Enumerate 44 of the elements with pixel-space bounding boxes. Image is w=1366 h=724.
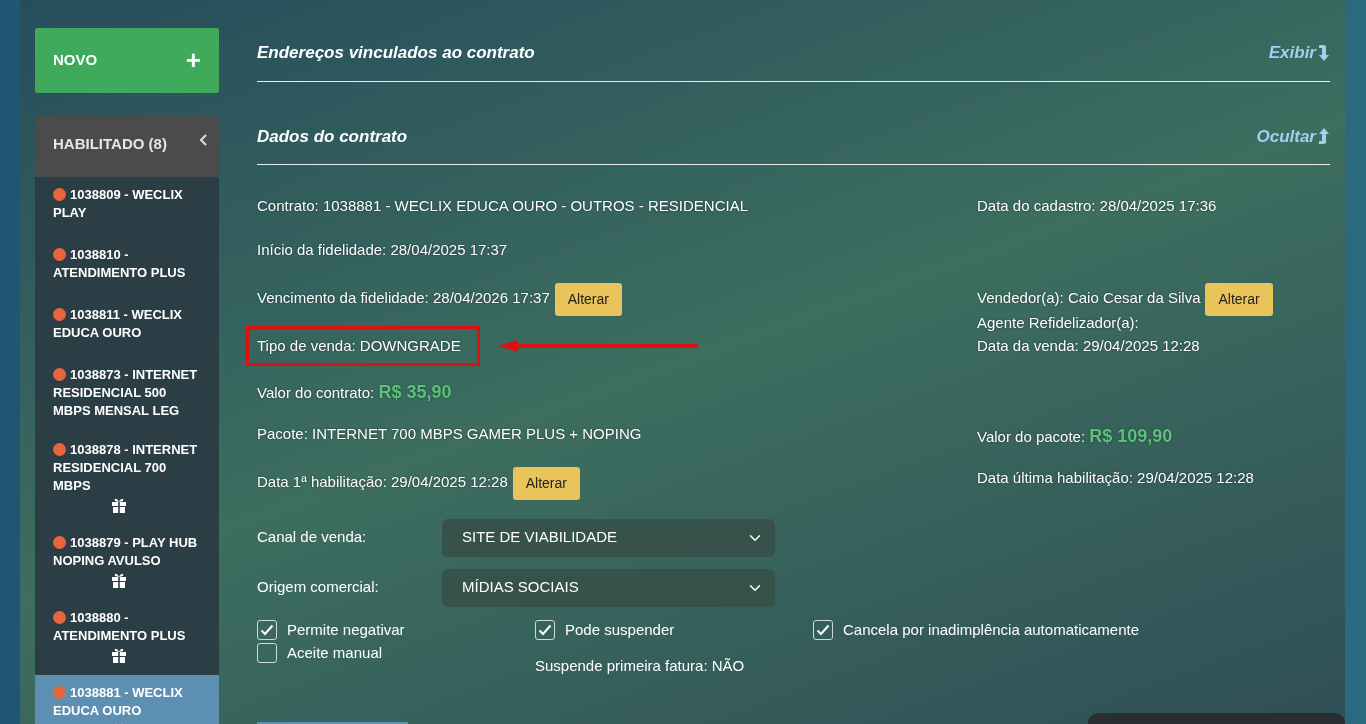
sidebar-item[interactable]: 1038878 - INTERNET RESIDENCIAL 700 MBPS [53, 441, 201, 495]
checkbox[interactable] [257, 643, 277, 663]
checkbox[interactable] [257, 620, 277, 640]
section-toggle[interactable]: Ocultar [1256, 123, 1330, 149]
sidebar-item[interactable]: 1038809 - WECLIX PLAY [53, 186, 201, 222]
change-button[interactable]: Alterar [512, 466, 580, 500]
field-text: Data última habilitação: 29/04/2025 12:28 [977, 468, 1254, 486]
field-text: Tipo de venda: DOWNGRADE [257, 336, 461, 354]
field-text: Data do cadastro: 28/04/2025 17:36 [977, 197, 1217, 214]
checkbox[interactable] [813, 620, 833, 640]
select-field[interactable]: SITE DE VIABILIDADE [442, 518, 775, 557]
select-field[interactable]: MÍDIAS SOCIAIS [442, 568, 775, 607]
field-text: Vencimento da fidelidade: 28/04/2026 17:37 [257, 289, 550, 307]
section-title: Dados do contrato [257, 125, 408, 148]
change-button[interactable]: Alterar [1205, 283, 1273, 316]
field-text: Data 1ª habilitação: 29/04/2025 12:28 [257, 472, 508, 490]
sidebar-header[interactable]: HABILITADO (8) [35, 115, 219, 177]
up-arrow-icon [1318, 127, 1330, 146]
field-text: Início da fidelidade: 28/04/2025 17:37 [257, 241, 508, 258]
checkbox-label: Cancela por inadimplência automaticamente [843, 619, 1139, 640]
section-title: Endereços vinculados ao contrato [257, 42, 535, 64]
field-text: Vendedor(a): Caio Cesar da Silva [977, 289, 1201, 307]
sidebar-item[interactable]: 1038873 - INTERNET RESIDENCIAL 500 MBPS MENSAL LEG [53, 366, 201, 420]
field-label: Canal de venda: [257, 527, 368, 548]
field-text: Pacote: INTERNET 700 MBPS GAMER PLUS + NOPING [257, 424, 642, 442]
checkbox[interactable] [535, 620, 555, 640]
section-toggle[interactable]: Exibir [1268, 40, 1330, 66]
sidebar-item[interactable]: 1038811 - WECLIX EDUCA OURO [53, 306, 201, 342]
field-text: Valor do contrato: R$ 35,90 [257, 383, 452, 401]
sidebar-item[interactable]: 1038810 - ATENDIMENTO PLUS [53, 246, 201, 282]
change-button[interactable]: Alterar [554, 283, 622, 316]
down-arrow-icon [1318, 43, 1330, 62]
checkbox-label: Aceite manual [287, 642, 383, 663]
sidebar-item[interactable]: 1038880 - ATENDIMENTO PLUS [53, 609, 201, 645]
info-text: Suspende primeira fatura: NÃO [535, 655, 746, 676]
field-text: Data da venda: 29/04/2025 12:28 [977, 336, 1200, 354]
field-text: Valor do pacote: R$ 109,90 [977, 427, 1173, 445]
field-text: Contrato: 1038881 - WECLIX EDUCA OURO - OUTROS - RESIDENCIAL [257, 197, 748, 214]
sidebar-item[interactable]: 1038879 - PLAY HUB NOPING AVULSO [53, 534, 201, 570]
field-label: Origem comercial: [257, 577, 380, 598]
checkbox-label: Permite negativar [287, 619, 405, 640]
chevron-icon [199, 133, 209, 147]
field-label: Agente Refidelizador(a): [977, 313, 1140, 333]
checkbox-label: Pode suspender [565, 619, 675, 640]
